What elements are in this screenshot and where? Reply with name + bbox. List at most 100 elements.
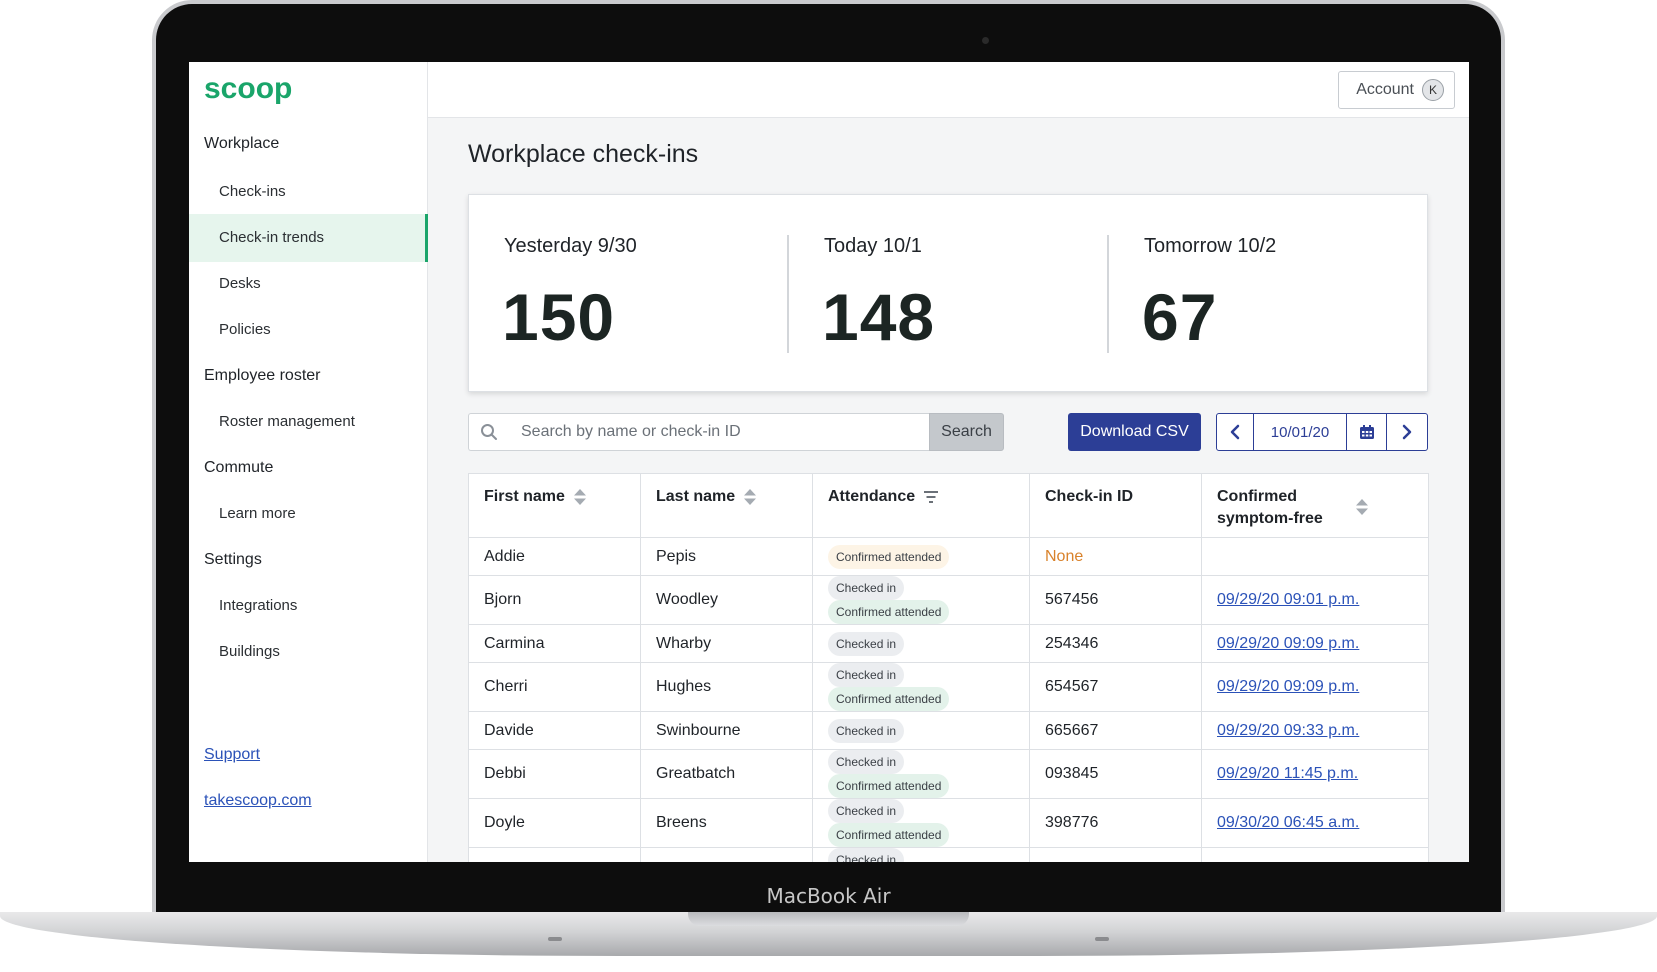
cell-checkin-id: 093845 xyxy=(1029,749,1202,799)
cell-checkin-id: 567456 xyxy=(1029,575,1202,625)
table-row[interactable]: Addie Pepis Confirmed attended None xyxy=(468,537,1429,576)
stat-today: Today 10/1 148 xyxy=(789,195,1109,393)
table-row[interactable]: Debbi Greatbatch Checked inConfirmed atten… xyxy=(468,749,1429,799)
sidebar-heading-employee-roster[interactable]: Employee roster xyxy=(204,367,321,385)
column-header-checkin-id: Check-in ID xyxy=(1029,473,1202,538)
status-badge: Confirmed attended xyxy=(828,544,950,569)
cell-checkin-id: None xyxy=(1029,537,1202,576)
search-button[interactable]: Search xyxy=(929,413,1004,451)
top-bar: Account K xyxy=(428,62,1469,118)
cell-attendance: Checked in xyxy=(812,624,1030,663)
table-row[interactable]: Carmina Wharby Checked in 254346 09/29/20 09… xyxy=(468,624,1429,663)
sidebar-heading-commute[interactable]: Commute xyxy=(204,459,273,477)
stat-value: 67 xyxy=(1142,280,1218,354)
sidebar-heading-settings[interactable]: Settings xyxy=(204,551,262,569)
column-header-attendance[interactable]: Attendance xyxy=(812,473,1030,538)
cell-checkin-id: 344588 xyxy=(1029,847,1202,862)
previous-date-button[interactable] xyxy=(1217,414,1254,450)
sort-icon[interactable] xyxy=(573,488,587,506)
calendar-button[interactable] xyxy=(1347,414,1387,450)
cell-confirmed-symptom-free: 09/30/20 06:45 a.m. xyxy=(1201,798,1429,848)
next-date-button[interactable] xyxy=(1387,414,1427,450)
timestamp-link[interactable]: 09/29/20 09:01 p.m. xyxy=(1217,591,1359,608)
stat-value: 150 xyxy=(502,280,616,354)
timestamp-link[interactable]: 09/29/20 11:45 p.m. xyxy=(1217,765,1358,782)
timestamp-link[interactable]: 09/30/20 06:45 a.m. xyxy=(1217,814,1359,831)
account-label: Account xyxy=(1356,81,1414,98)
table-body: Addie Pepis Confirmed attended None Bjorn Woo… xyxy=(468,537,1429,862)
app-screen: scoop Workplace Check-ins Check-in trend… xyxy=(189,62,1469,862)
sidebar-item-policies[interactable]: Policies xyxy=(189,306,428,354)
column-label: Last name xyxy=(656,488,736,505)
cell-last-name: Wharby xyxy=(640,624,813,663)
stat-value: 148 xyxy=(822,280,936,354)
table-row[interactable]: Doyle Breens Checked inConfirmed attended 3… xyxy=(468,798,1429,848)
account-button[interactable]: Account K xyxy=(1338,71,1455,109)
column-label: First name xyxy=(484,488,565,505)
cell-first-name: Doyle xyxy=(468,798,641,848)
status-badge: Checked in xyxy=(828,576,905,600)
table-row[interactable]: Cherri Hughes Checked inConfirmed attended… xyxy=(468,662,1429,712)
cell-last-name: Swinbourne xyxy=(640,711,813,750)
stats-card: Yesterday 9/30 150 Today 10/1 148 Tomorr… xyxy=(468,194,1428,392)
cell-confirmed-symptom-free: 09/29/20 09:01 p.m. xyxy=(1201,575,1429,625)
stat-label: Tomorrow 10/2 xyxy=(1144,235,1277,257)
table-row[interactable]: Davide Swinbourne Checked in 665667 09/29/20… xyxy=(468,711,1429,750)
camera-dot xyxy=(982,37,989,44)
search-icon xyxy=(481,424,497,440)
status-badge: Confirmed attended xyxy=(828,823,950,847)
status-badge: Checked in xyxy=(828,718,905,743)
device-label: MacBook Air xyxy=(766,884,891,908)
cell-confirmed-symptom-free: 09/29/20 09:09 p.m. xyxy=(1201,624,1429,663)
cell-first-name: Cherri xyxy=(468,662,641,712)
cell-attendance: Checked inConfirmed attended xyxy=(812,798,1030,848)
cell-first-name: Debbi xyxy=(468,749,641,799)
cell-last-name: Woodley xyxy=(640,575,813,625)
sidebar-item-learn-more[interactable]: Learn more xyxy=(189,490,428,538)
status-badge: Checked in xyxy=(828,663,905,687)
cell-first-name: Gerhardt xyxy=(468,847,641,862)
website-link[interactable]: takescoop.com xyxy=(204,792,312,810)
cell-last-name: Haffenden xyxy=(640,847,813,862)
sort-icon[interactable] xyxy=(1355,498,1369,516)
chevron-right-icon xyxy=(1402,424,1412,440)
table-row[interactable]: Bjorn Woodley Checked inConfirmed attended… xyxy=(468,575,1429,625)
filter-icon[interactable] xyxy=(923,488,939,506)
column-header-first-name[interactable]: First name xyxy=(468,473,641,538)
search-input[interactable] xyxy=(468,413,929,451)
column-header-last-name[interactable]: Last name xyxy=(640,473,813,538)
sidebar-item-integrations[interactable]: Integrations xyxy=(189,582,428,630)
timestamp-link[interactable]: 09/29/20 09:33 p.m. xyxy=(1217,722,1359,739)
cell-confirmed-symptom-free: 09/30/20 06:56 a.m. xyxy=(1201,847,1429,862)
column-label: Attendance xyxy=(828,488,916,505)
cell-attendance: Checked inConfirmed attended xyxy=(812,847,1030,862)
sidebar-item-desks[interactable]: Desks xyxy=(189,260,428,308)
download-csv-button[interactable]: Download CSV xyxy=(1068,413,1201,451)
cell-attendance: Checked inConfirmed attended xyxy=(812,749,1030,799)
column-header-confirmed-symptom-free[interactable]: Confirmed symptom-free xyxy=(1201,473,1429,538)
cell-checkin-id: 665667 xyxy=(1029,711,1202,750)
status-badge: Confirmed attended xyxy=(828,600,950,624)
sidebar-item-buildings[interactable]: Buildings xyxy=(189,628,428,676)
status-badge: Checked in xyxy=(828,848,905,862)
stat-label: Today 10/1 xyxy=(824,235,922,257)
column-label: Check-in ID xyxy=(1045,488,1134,505)
status-badge: Checked in xyxy=(828,750,905,774)
table-row[interactable]: GerhardtHaffendenChecked inConfirmed att… xyxy=(468,847,1429,862)
sidebar-item-check-ins[interactable]: Check-ins xyxy=(189,168,428,216)
status-badge: Confirmed attended xyxy=(828,774,950,798)
column-label: Confirmed symptom-free xyxy=(1217,488,1323,527)
sidebar-item-roster-management[interactable]: Roster management xyxy=(189,398,428,446)
cell-first-name: Carmina xyxy=(468,624,641,663)
sidebar-heading-workplace[interactable]: Workplace xyxy=(204,135,279,153)
support-link[interactable]: Support xyxy=(204,746,260,764)
sort-icon[interactable] xyxy=(743,488,757,506)
cell-checkin-id: 398776 xyxy=(1029,798,1202,848)
current-date[interactable]: 10/01/20 xyxy=(1254,414,1347,450)
timestamp-link[interactable]: 09/29/20 09:09 p.m. xyxy=(1217,678,1359,695)
timestamp-link[interactable]: 09/29/20 09:09 p.m. xyxy=(1217,635,1359,652)
sidebar-item-check-in-trends[interactable]: Check-in trends xyxy=(189,214,428,262)
cell-attendance: Confirmed attended xyxy=(812,537,1030,576)
search-bar: Search xyxy=(468,413,1004,451)
scoop-logo[interactable]: scoop xyxy=(204,72,292,106)
